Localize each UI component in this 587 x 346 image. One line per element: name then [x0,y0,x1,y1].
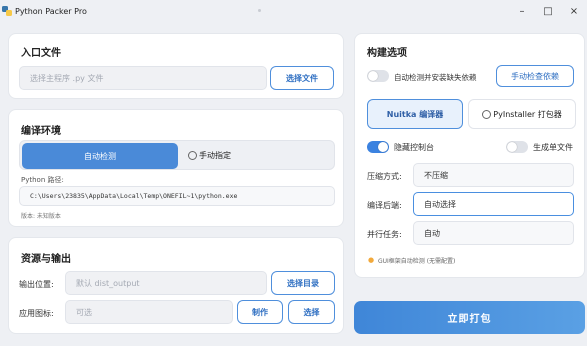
title-dot [258,9,261,12]
manual-check-deps-button[interactable]: 手动检查依赖 [496,65,574,87]
engine-pyinstaller[interactable]: PyInstaller 打包器 [468,99,576,129]
compress-select[interactable]: 不压缩 [413,163,574,187]
entry-file-title: 入口文件 [21,48,61,59]
entry-file-input[interactable]: 选择主程序 .py 文件 [19,66,267,90]
window-controls: – □ × [509,0,587,22]
parallel-label: 并行任务: [367,230,402,239]
mode-auto-detect[interactable]: 自动检测 [22,143,178,169]
compile-env-title: 编译环境 [21,126,61,137]
engine-nuitka[interactable]: Nuitka 编译器 [367,99,463,129]
select-file-button[interactable]: 选择文件 [270,66,334,90]
compress-label: 压缩方式: [367,172,402,181]
mode-manual[interactable]: 手动指定 [188,150,231,161]
gui-hint-text: GUI框架自动检测 (无需配置) [378,258,456,265]
build-options-card: 构建选项 自动检测并安装缺失依赖 手动检查依赖 Nuitka 编译器 PyIns… [354,33,585,278]
engine-pyinstaller-label: PyInstaller 打包器 [493,109,562,119]
output-location-input[interactable]: 默认 dist_output [65,271,267,295]
resources-output-card: 资源与输出 输出位置: 默认 dist_output 选择目录 应用图标: 可选… [8,237,344,334]
package-now-button[interactable]: 立即打包 [354,301,585,334]
radio-icon [482,109,492,119]
app-icon-label: 应用图标: [19,309,54,318]
auto-install-label: 自动检测并安装缺失依赖 [394,73,477,82]
hide-console-label: 隐藏控制台 [394,143,434,152]
parallel-select[interactable]: 自动 [413,221,574,245]
select-directory-button[interactable]: 选择目录 [271,271,335,295]
post-compile-label: 编译后端: [367,201,402,210]
close-button[interactable]: × [561,0,587,22]
python-app-icon [2,6,12,16]
make-icon-button[interactable]: 制作 [237,300,283,324]
post-compile-select[interactable]: 自动选择 [413,192,574,216]
hide-console-toggle[interactable] [367,141,389,153]
entry-file-card: 入口文件 选择主程序 .py 文件 选择文件 [8,33,344,99]
python-path-field[interactable]: C:\Users\23835\AppData\Local\Temp\ONEFIL… [19,186,335,206]
window-title: Python Packer Pro [15,6,87,16]
bulb-icon: ● [368,256,375,264]
version-text: 版本: 未知版本 [21,213,61,220]
mode-manual-label: 手动指定 [199,151,231,160]
single-file-label: 生成单文件 [533,143,573,152]
choose-icon-button[interactable]: 选择 [288,300,335,324]
title-bar: Python Packer Pro – □ × [0,0,587,22]
output-location-label: 输出位置: [19,280,54,289]
python-path-label: Python 路径: [21,176,64,184]
env-mode-selector: 自动检测 手动指定 [19,140,335,170]
build-options-title: 构建选项 [367,48,407,59]
maximize-button[interactable]: □ [535,0,561,22]
auto-install-toggle[interactable] [367,70,389,82]
minimize-button[interactable]: – [509,0,535,22]
compile-env-card: 编译环境 自动检测 手动指定 Python 路径: C:\Users\23835… [8,109,344,227]
resources-output-title: 资源与输出 [21,254,71,265]
radio-icon [188,151,197,160]
single-file-toggle[interactable] [506,141,528,153]
app-icon-input[interactable]: 可选 [65,300,233,324]
